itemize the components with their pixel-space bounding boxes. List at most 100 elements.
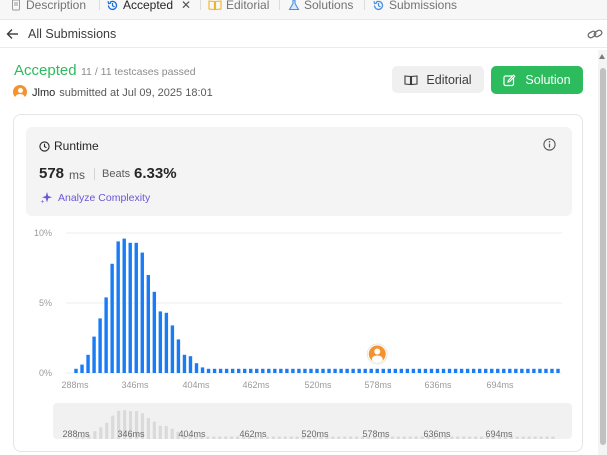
chart-bar[interactable]: [194, 363, 199, 373]
info-icon[interactable]: [543, 138, 556, 156]
chart-bar[interactable]: [369, 368, 373, 373]
chart-bar[interactable]: [453, 368, 458, 373]
chart-bar[interactable]: [411, 368, 416, 373]
tab-submissions[interactable]: Submissions: [372, 0, 457, 13]
chart-bar[interactable]: [508, 368, 512, 373]
chart-bar[interactable]: [381, 368, 385, 373]
chart-bar[interactable]: [357, 368, 361, 373]
chart-bar[interactable]: [267, 368, 271, 373]
analyze-complexity-button[interactable]: Analyze Complexity: [40, 191, 150, 204]
chart-bar[interactable]: [218, 368, 223, 373]
chart-bar[interactable]: [206, 368, 211, 373]
chart-bar[interactable]: [490, 368, 494, 373]
chart-bar[interactable]: [291, 368, 295, 373]
tab-editorial[interactable]: Editorial: [208, 0, 269, 13]
chart-bar[interactable]: [134, 242, 138, 373]
chart-bar[interactable]: [128, 242, 132, 373]
chart-bar[interactable]: [484, 368, 488, 373]
chart-range-overview[interactable]: 288ms 346ms 404ms 462ms 520ms 578ms 636ms 694ms: [53, 403, 572, 439]
scroll-up-arrow-icon[interactable]: [599, 54, 605, 59]
chart-bar[interactable]: [477, 368, 482, 373]
chart-bar[interactable]: [86, 354, 90, 373]
all-submissions-back-button[interactable]: All Submissions: [6, 27, 116, 41]
chart-bar[interactable]: [74, 368, 78, 373]
your-submission-marker[interactable]: [366, 343, 388, 365]
chart-bar[interactable]: [538, 368, 542, 373]
chart-bar[interactable]: [303, 368, 307, 373]
close-icon[interactable]: ✕: [181, 0, 191, 12]
chart-bar[interactable]: [212, 368, 217, 373]
chart-bar[interactable]: [309, 368, 313, 373]
chart-bar[interactable]: [345, 368, 349, 373]
chart-bar[interactable]: [236, 368, 241, 373]
chart-bar[interactable]: [514, 368, 518, 373]
chart-bar[interactable]: [297, 368, 301, 373]
chart-bar[interactable]: [471, 368, 476, 373]
chart-bar[interactable]: [429, 368, 434, 373]
chart-bar[interactable]: [224, 368, 229, 373]
chart-bar[interactable]: [544, 368, 548, 373]
runtime-distribution-chart[interactable]: 10% 5% 0% 288ms 346ms 404ms 462ms 520ms 578ms 636…: [30, 222, 570, 394]
chart-bar[interactable]: [285, 368, 289, 373]
chart-bar[interactable]: [333, 368, 337, 373]
chart-bar[interactable]: [158, 311, 163, 373]
chart-bar[interactable]: [339, 368, 343, 373]
chart-bar[interactable]: [249, 368, 253, 373]
chart-bar[interactable]: [122, 238, 126, 373]
chart-bar[interactable]: [405, 368, 410, 373]
editorial-button[interactable]: Editorial: [392, 66, 484, 93]
scrollbar-thumb[interactable]: [600, 68, 606, 445]
tab-accepted[interactable]: Accepted ✕: [106, 0, 191, 13]
chart-bar[interactable]: [255, 368, 259, 373]
tab-solutions[interactable]: Solutions: [288, 0, 353, 13]
chart-bar[interactable]: [116, 241, 120, 373]
chart-bar[interactable]: [441, 368, 446, 373]
username-link[interactable]: Jlmo: [32, 87, 55, 99]
chart-bar[interactable]: [170, 325, 175, 373]
chart-bar[interactable]: [351, 368, 355, 373]
chart-bar[interactable]: [363, 368, 367, 373]
chart-bar[interactable]: [393, 368, 398, 373]
chart-bar[interactable]: [447, 368, 452, 373]
chart-bar[interactable]: [321, 368, 325, 373]
chart-bar[interactable]: [230, 368, 235, 373]
chart-bar[interactable]: [104, 297, 108, 373]
chart-bar[interactable]: [417, 368, 422, 373]
chart-bar[interactable]: [279, 368, 283, 373]
chart-bar[interactable]: [423, 368, 428, 373]
chart-bar[interactable]: [387, 368, 391, 373]
chart-bar[interactable]: [200, 367, 205, 373]
chart-bar[interactable]: [80, 364, 84, 373]
chart-bar[interactable]: [315, 368, 319, 373]
chart-bar[interactable]: [152, 291, 157, 373]
chart-bar[interactable]: [399, 368, 404, 373]
link-icon[interactable]: [587, 27, 603, 46]
chart-bar[interactable]: [110, 263, 114, 373]
chart-bar[interactable]: [176, 339, 181, 373]
chart-bar[interactable]: [273, 368, 277, 373]
chart-bar[interactable]: [375, 368, 379, 373]
chart-bar[interactable]: [502, 368, 506, 373]
chart-bar[interactable]: [496, 368, 500, 373]
chart-bar[interactable]: [92, 336, 96, 373]
chart-bar[interactable]: [459, 368, 464, 373]
chart-bar[interactable]: [98, 318, 102, 373]
chart-bar[interactable]: [327, 368, 331, 373]
chart-bar[interactable]: [261, 368, 265, 373]
chart-bar[interactable]: [520, 368, 524, 373]
chart-bar[interactable]: [550, 368, 554, 373]
chart-bar[interactable]: [182, 354, 187, 373]
chart-bar[interactable]: [526, 368, 530, 373]
solution-button[interactable]: Solution: [491, 66, 583, 94]
chart-bar[interactable]: [188, 356, 193, 373]
tab-description[interactable]: Description: [10, 0, 86, 13]
chart-bar[interactable]: [243, 368, 247, 373]
chart-bar[interactable]: [556, 368, 560, 373]
chart-bar[interactable]: [435, 368, 440, 373]
chart-bar[interactable]: [140, 252, 144, 373]
chart-bar[interactable]: [146, 275, 150, 373]
chart-bar[interactable]: [532, 368, 536, 373]
chart-bar[interactable]: [164, 312, 169, 373]
avatar[interactable]: [13, 85, 27, 99]
chart-bar[interactable]: [465, 368, 470, 373]
